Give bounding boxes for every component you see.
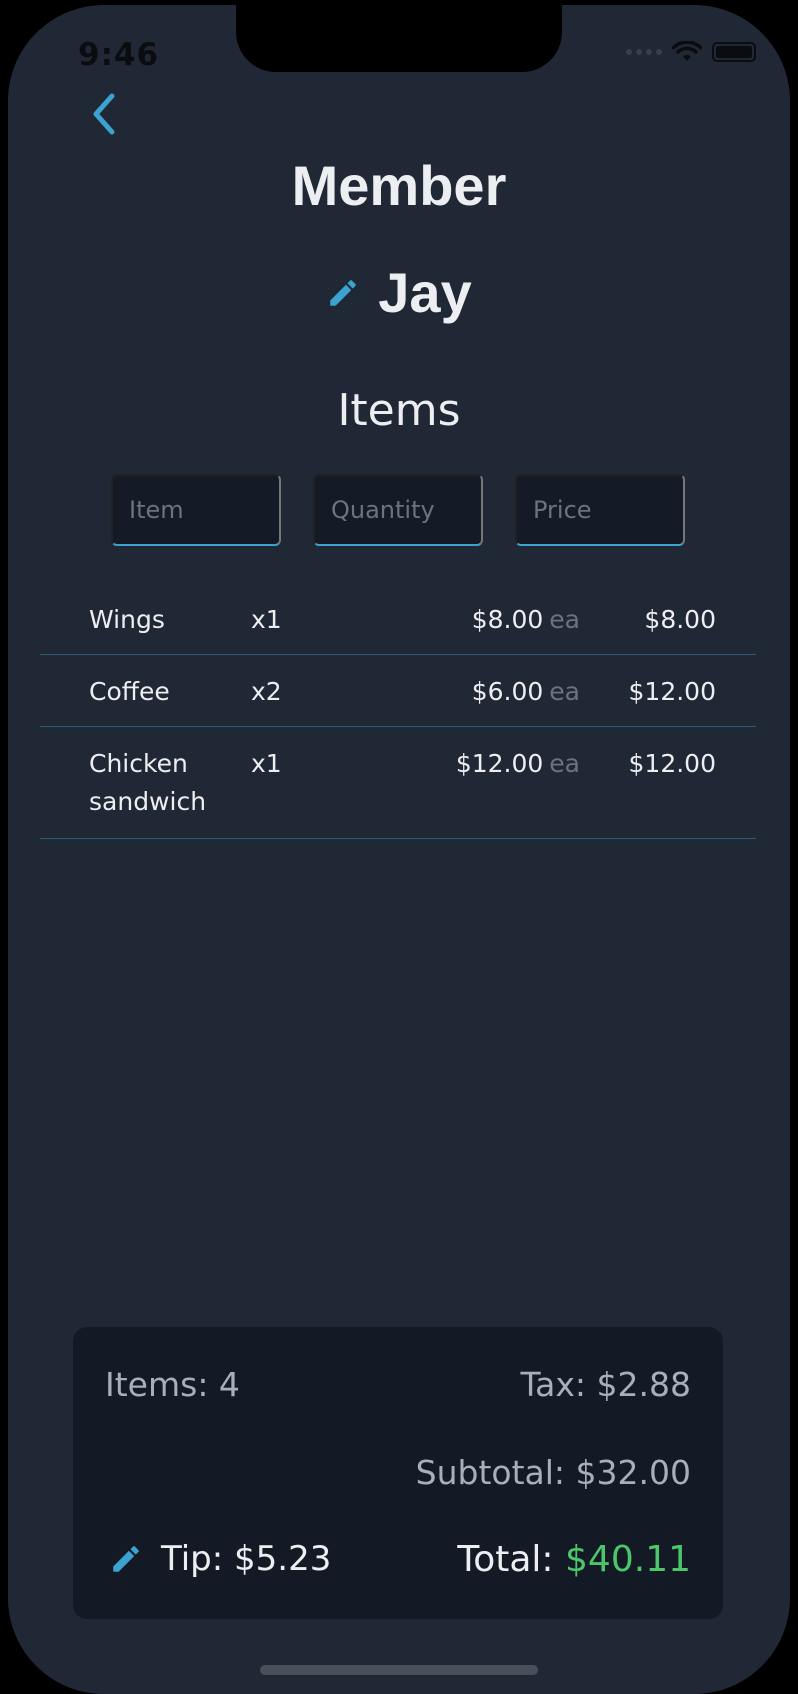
items-count: Items: 4 (105, 1365, 240, 1404)
item-quantity: x2 (251, 677, 282, 706)
chevron-left-icon (93, 93, 115, 135)
edit-member-name-button[interactable] (326, 276, 360, 310)
list-item[interactable]: Wings x1 $8.00 ea $8.00 (40, 583, 756, 655)
item-price-input[interactable] (515, 474, 685, 546)
status-time: 9:46 (78, 37, 160, 73)
summary-panel: Items: 4 Tax: $2.88 Subtotal: $32.00 Tip… (73, 1327, 723, 1619)
items-section-title: Items (337, 385, 461, 436)
app-screen: 9:46 Member Jay Items Item Quantity Pric… (8, 5, 790, 1694)
item-unit-label: ea (549, 605, 580, 634)
item-unit-price: $12.00 ea (456, 745, 580, 783)
tax-amount: Tax: $2.88 (520, 1365, 691, 1404)
device-notch (236, 5, 562, 72)
total-label: Total: (457, 1539, 554, 1580)
member-name: Jay (378, 261, 472, 324)
item-quantity: x1 (251, 605, 282, 634)
wifi-icon (672, 41, 702, 61)
item-price-value: $6.00 (471, 677, 544, 706)
status-indicators (626, 41, 756, 63)
item-unit-price: $8.00 ea (472, 601, 580, 639)
item-price-value: $12.00 (455, 749, 544, 778)
member-name-row: Jay (8, 260, 790, 325)
tip-amount: Tip: $5.23 (161, 1539, 332, 1579)
total-value: $40.11 (565, 1539, 691, 1580)
total-amount: Total: $40.11 (457, 1539, 691, 1580)
back-button[interactable] (86, 89, 122, 139)
add-item-form (111, 474, 685, 546)
item-total: $12.00 (628, 749, 716, 778)
battery-icon (712, 42, 756, 62)
pencil-icon (113, 1546, 139, 1572)
home-indicator[interactable] (260, 1665, 538, 1675)
items-list: Wings x1 $8.00 ea $8.00 Coffee x2 $6.00 ea… (40, 583, 756, 839)
item-price-value: $8.00 (471, 605, 544, 634)
signal-icon (626, 49, 662, 55)
edit-tip-button[interactable]: Tip: $5.23 (109, 1539, 331, 1579)
item-unit-label: ea (549, 677, 580, 706)
item-unit-label: ea (549, 749, 580, 778)
item-total: $12.00 (628, 677, 716, 706)
list-item[interactable]: Chicken sandwich x1 $12.00 ea $12.00 (40, 727, 756, 839)
item-name: Wings (89, 605, 165, 634)
item-name: Chicken sandwich (89, 749, 207, 816)
item-name-input[interactable] (111, 474, 281, 546)
device-frame: 9:46 Member Jay Items Item Quantity Pric… (0, 0, 798, 1694)
item-name: Coffee (89, 677, 170, 706)
item-quantity-input[interactable] (313, 474, 483, 546)
item-total: $8.00 (644, 605, 716, 634)
pencil-icon (330, 279, 357, 306)
page-title: Member (291, 154, 507, 217)
list-item[interactable]: Coffee x2 $6.00 ea $12.00 (40, 655, 756, 727)
subtotal-amount: Subtotal: $32.00 (415, 1453, 691, 1492)
item-unit-price: $6.00 ea (472, 673, 580, 711)
item-quantity: x1 (251, 749, 282, 778)
